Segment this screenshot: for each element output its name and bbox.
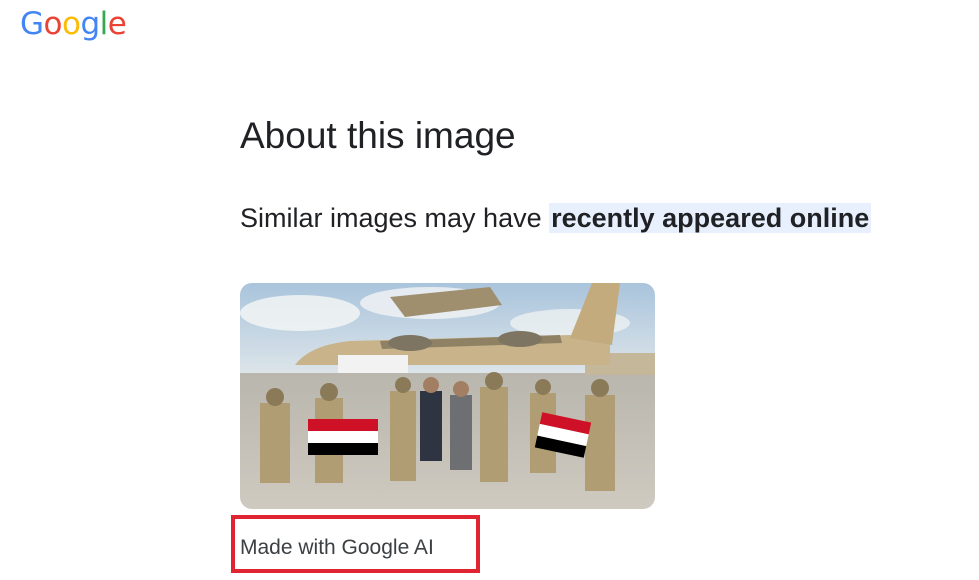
flag-left [308, 419, 378, 455]
page-subtitle: Similar images may have recently appeare… [240, 198, 872, 238]
google-logo[interactable]: Google [20, 4, 127, 44]
made-with-google-ai-label: Made with Google AI [240, 536, 434, 559]
logo-letter-g2: g [80, 6, 100, 42]
subtitle-prefix: Similar images may have [240, 203, 550, 233]
about-this-image-page: Google About this image Similar images m… [0, 0, 979, 580]
subtitle-highlight: recently appeared online [549, 203, 872, 233]
image-preview[interactable] [240, 283, 655, 509]
logo-letter-g: G [20, 6, 44, 42]
logo-letter-o1: o [43, 6, 63, 42]
logo-letter-l: l [99, 6, 109, 42]
logo-letter-o2: o [62, 6, 81, 42]
logo-letter-e: e [107, 6, 127, 42]
page-title: About this image [240, 115, 516, 156]
